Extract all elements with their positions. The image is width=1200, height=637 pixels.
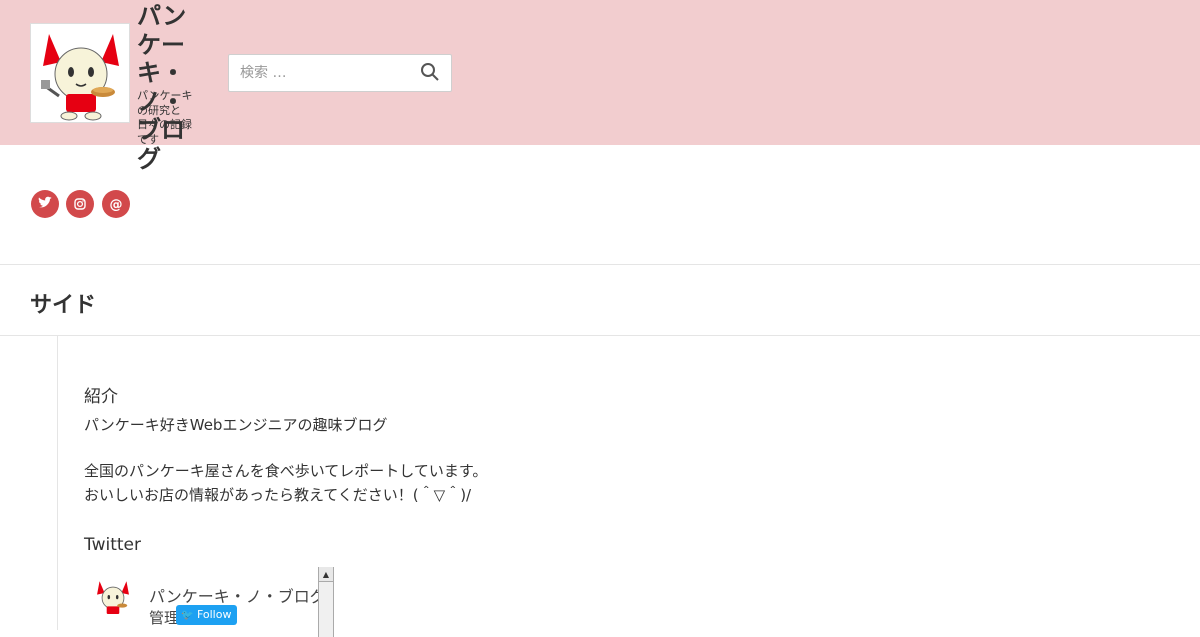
search-form: [228, 54, 452, 92]
site-description: パンケーキの研究と日々の記録です: [137, 89, 193, 146]
site-header: パンケーキ・ノ・ブログ パンケーキの研究と日々の記録です: [0, 0, 1200, 173]
twitter-bird-icon: 🐦: [181, 610, 194, 621]
twitter-timeline-embed[interactable]: パンケーキ・ノ・ブログ 管理 🐦 Follow ▲: [84, 567, 335, 637]
at-sign-glyph: @: [110, 198, 123, 213]
twitter-scrollbar[interactable]: ▲: [318, 567, 334, 637]
svg-text:@: @: [110, 198, 123, 213]
search-input[interactable]: [229, 55, 409, 91]
profile-intro-text: パンケーキ好きWebエンジニアの趣味ブログ: [84, 416, 388, 434]
email-icon[interactable]: @: [102, 190, 130, 218]
instagram-icon[interactable]: [66, 190, 94, 218]
page-title: サイド: [30, 293, 97, 318]
follow-label: Follow: [196, 608, 232, 621]
page-header: サイド: [0, 265, 1200, 336]
mascot-avatar-icon: [97, 581, 129, 614]
twitter-bird-glyph: [38, 196, 52, 208]
instagram-glyph: [74, 198, 86, 210]
twitter-account-name[interactable]: パンケーキ・ノ・ブログ: [149, 583, 326, 607]
scroll-up-arrow-icon[interactable]: ▲: [319, 567, 333, 582]
search-icon: [421, 62, 439, 81]
profile-body-line-1: 全国のパンケーキ屋さんを食べ歩いてレポートしています。: [84, 462, 488, 480]
social-links-bar: @: [0, 145, 1200, 265]
search-button[interactable]: [417, 60, 443, 86]
site-logo[interactable]: [30, 23, 130, 123]
profile-body-line-2: おいしいお店の情報があったら教えてください！(＾▽＾)/: [84, 486, 472, 504]
twitter-follow-button[interactable]: 🐦 Follow: [176, 605, 237, 625]
sidebar: 紹介 パンケーキ好きWebエンジニアの趣味ブログ 全国のパンケーキ屋さんを食べ歩…: [57, 336, 1200, 637]
profile-widget-title: 紹介: [84, 387, 118, 407]
twitter-avatar[interactable]: [92, 577, 134, 619]
twitter-icon[interactable]: [31, 190, 59, 218]
mascot-logo-icon: [41, 34, 119, 121]
twitter-account-handle: 管理: [149, 609, 180, 627]
twitter-widget-title: Twitter: [84, 535, 141, 555]
